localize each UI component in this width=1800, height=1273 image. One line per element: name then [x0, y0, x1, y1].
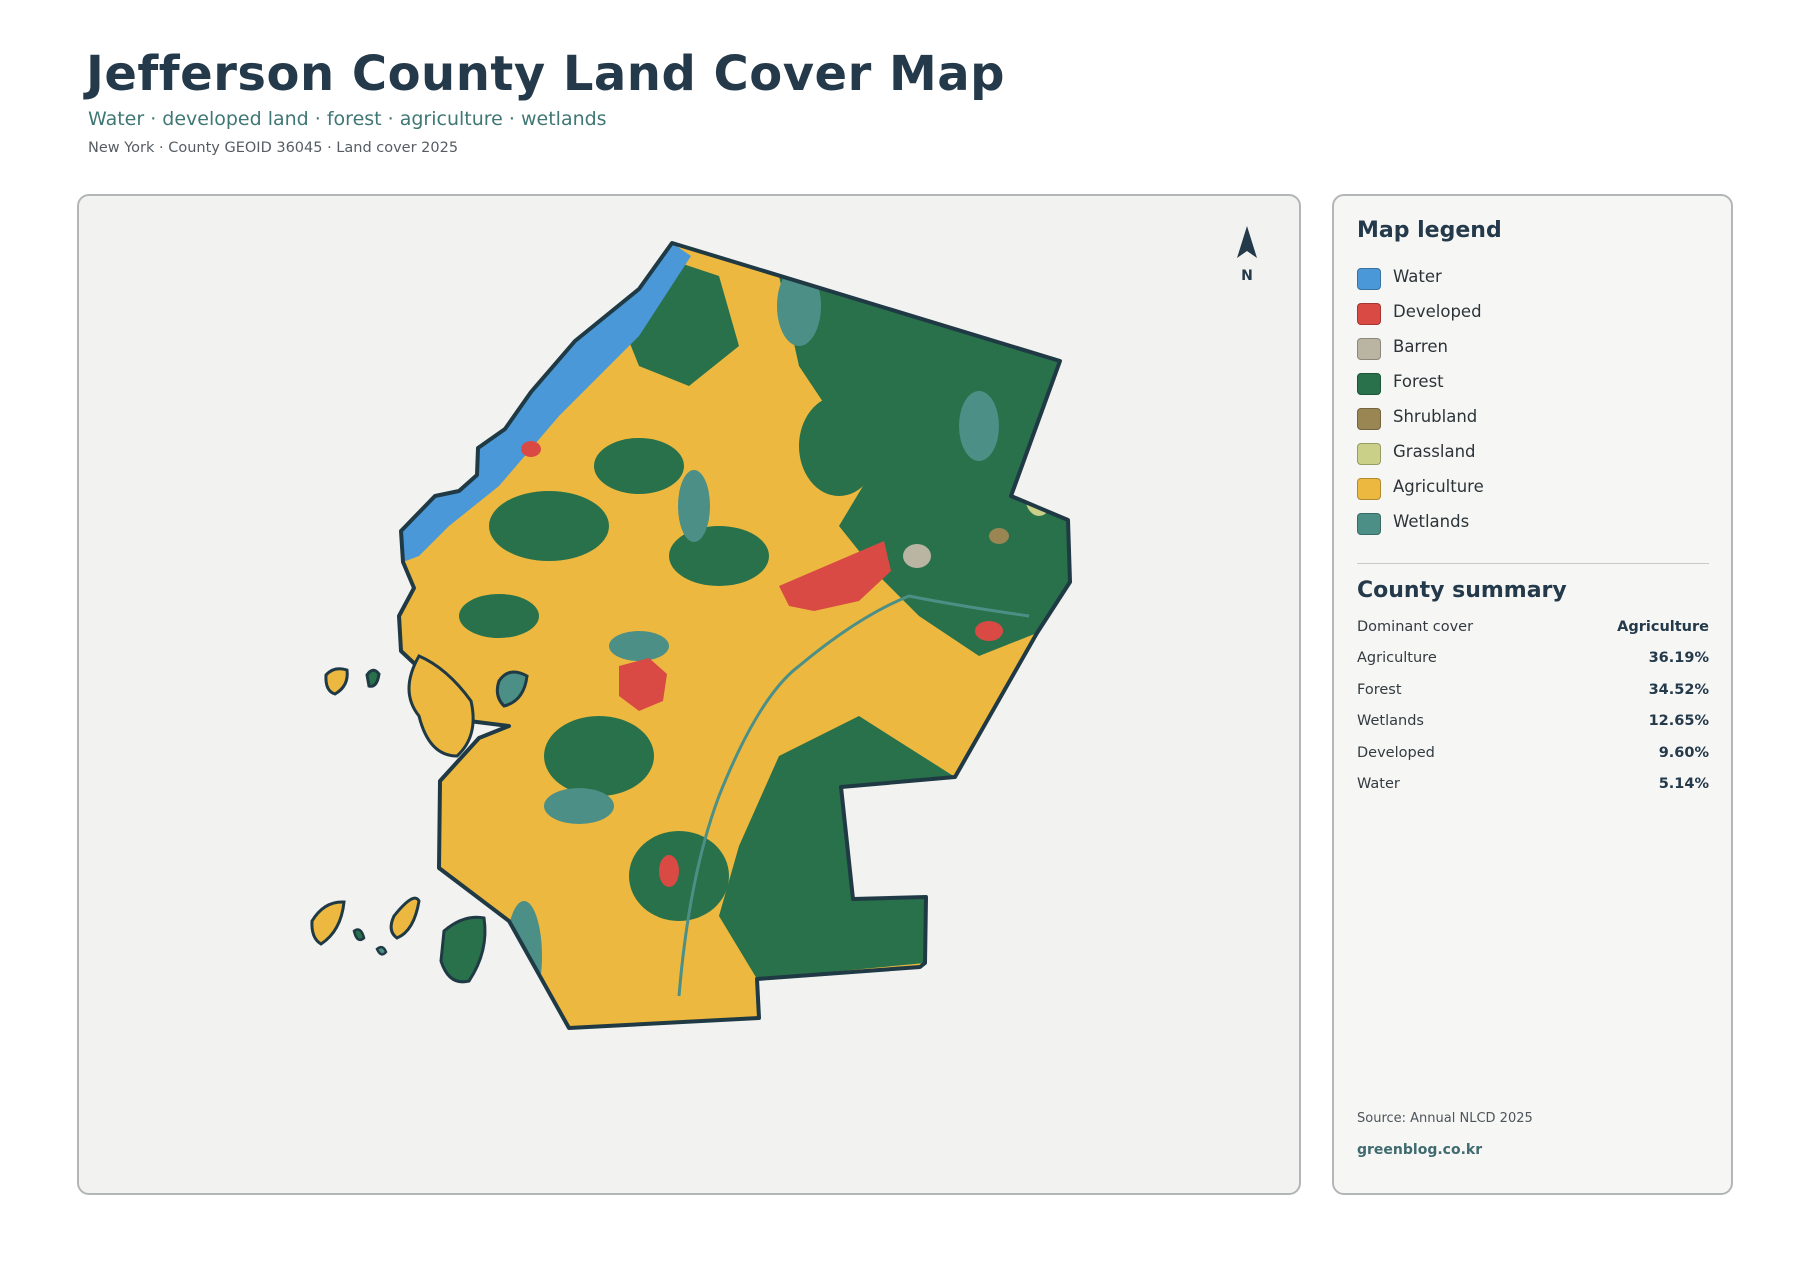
forest-patch [459, 594, 539, 638]
developed-area [659, 855, 679, 887]
island [324, 667, 349, 696]
legend-label: Forest [1393, 372, 1444, 391]
island [352, 928, 366, 942]
summary-value: 5.14% [1658, 775, 1709, 792]
wetland-patch [959, 391, 999, 461]
legend-item-water: Water [1357, 264, 1717, 299]
legend-swatch [1357, 373, 1381, 395]
legend-item-developed: Developed [1357, 299, 1717, 334]
forest-patch [669, 526, 769, 586]
developed-area [975, 621, 1003, 641]
legend-swatch [1357, 338, 1381, 360]
summary-row: Wetlands 12.65% [1357, 713, 1709, 744]
legend-heading: Map legend [1357, 218, 1502, 243]
credit-link[interactable]: greenblog.co.kr [1357, 1142, 1482, 1158]
legend-item-grassland: Grassland [1357, 439, 1717, 474]
page-meta: New York · County GEOID 36045 · Land cov… [88, 140, 459, 156]
summary-row: Developed 9.60% [1357, 745, 1709, 776]
summary-value: 12.65% [1648, 713, 1709, 730]
legend-label: Agriculture [1393, 477, 1484, 496]
summary-label: Forest [1357, 681, 1402, 698]
island [439, 915, 487, 984]
summary-label: Developed [1357, 744, 1435, 761]
summary-row: Water 5.14% [1357, 776, 1709, 807]
summary-heading: County summary [1357, 578, 1567, 603]
legend-label: Barren [1393, 337, 1448, 356]
land-cover-map[interactable]: N [79, 196, 1299, 1193]
legend-item-agriculture: Agriculture [1357, 474, 1717, 509]
island [375, 945, 388, 956]
summary-row: Dominant cover Agriculture [1357, 619, 1709, 650]
county-land-cover [397, 241, 1072, 1030]
page-subtitle: Water · developed land · forest · agricu… [88, 108, 607, 130]
summary-value: 36.19% [1648, 650, 1709, 667]
legend-swatch [1357, 268, 1381, 290]
wetland-patch [544, 788, 614, 824]
legend-item-shrubland: Shrubland [1357, 404, 1717, 439]
wetland-patch [506, 901, 542, 1011]
forest-patch [799, 396, 879, 496]
forest-patch [594, 438, 684, 494]
developed-area [521, 441, 541, 457]
forest-patch [489, 491, 609, 561]
source-text: Source: Annual NLCD 2025 [1357, 1111, 1533, 1126]
summary-label: Agriculture [1357, 650, 1437, 667]
side-panel: Map legend Water Developed Barren Forest Shr… [1332, 194, 1733, 1195]
legend-label: Grassland [1393, 442, 1476, 461]
summary-label: Dominant cover [1357, 619, 1474, 635]
north-arrow: N [1237, 226, 1257, 284]
shrubland-area [989, 528, 1009, 544]
forest-patch [629, 831, 729, 921]
north-label: N [1241, 268, 1253, 284]
legend-swatch [1357, 513, 1381, 535]
legend: Water Developed Barren Forest Shrubland Grass… [1357, 264, 1717, 544]
barren-area [903, 544, 931, 568]
island [365, 668, 381, 688]
legend-label: Developed [1393, 302, 1482, 321]
forest-patch [544, 716, 654, 796]
summary-value: Agriculture [1617, 619, 1709, 635]
county-summary: Dominant cover Agriculture Agriculture 36.1… [1357, 619, 1709, 807]
page-title: Jefferson County Land Cover Map [86, 46, 1005, 102]
summary-row: Forest 34.52% [1357, 682, 1709, 713]
wetland-patch [609, 631, 669, 661]
legend-swatch [1357, 408, 1381, 430]
island [389, 896, 421, 940]
legend-label: Water [1393, 267, 1442, 286]
divider [1357, 563, 1709, 564]
map-panel[interactable]: N [77, 194, 1301, 1195]
summary-row: Agriculture 36.19% [1357, 650, 1709, 681]
summary-label: Water [1357, 775, 1400, 792]
summary-label: Wetlands [1357, 713, 1424, 730]
legend-item-barren: Barren [1357, 334, 1717, 369]
north-arrow-icon [1237, 226, 1257, 258]
legend-swatch [1357, 443, 1381, 465]
summary-value: 34.52% [1648, 681, 1709, 698]
legend-swatch [1357, 478, 1381, 500]
summary-value: 9.60% [1658, 744, 1709, 761]
legend-label: Wetlands [1393, 512, 1470, 531]
wetland-patch [678, 470, 710, 542]
island [310, 900, 346, 946]
legend-item-forest: Forest [1357, 369, 1717, 404]
legend-item-wetlands: Wetlands [1357, 509, 1717, 544]
legend-label: Shrubland [1393, 407, 1478, 426]
legend-swatch [1357, 303, 1381, 325]
